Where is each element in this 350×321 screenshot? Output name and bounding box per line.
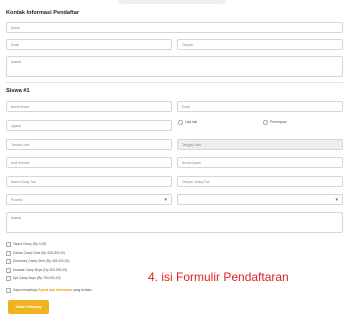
- student-name-field[interactable]: Nama Siswa: [6, 101, 172, 112]
- contact-address-field[interactable]: Alamat: [6, 56, 343, 77]
- student-address-placeholder: Alamat: [11, 216, 21, 220]
- gender-male-radio[interactable]: [178, 120, 183, 125]
- religion-placeholder: Agama: [11, 124, 22, 128]
- terms-link[interactable]: Syarat dan Ketentuan: [38, 288, 72, 292]
- birthdate-field[interactable]: Tanggal Lahir: [177, 139, 343, 150]
- agree-terms-text: Saya menyetujui Syarat dan Ketentuan yan…: [13, 288, 92, 293]
- certificate-number-field[interactable]: Nomor Ijazah: [177, 157, 343, 168]
- student-name-placeholder: Nama Siswa: [11, 105, 29, 109]
- camp-option-checkbox[interactable]: [6, 242, 11, 247]
- origin-school-field[interactable]: Asal Sekolah: [6, 157, 172, 168]
- camp-option-label: Apt Camp Boys (Rp 750.000,00): [13, 275, 61, 280]
- contact-phone-field[interactable]: Telepon: [177, 39, 343, 50]
- contact-name-placeholder: Nama: [11, 26, 20, 30]
- origin-school-placeholder: Asal Sekolah: [11, 161, 30, 165]
- gender-female-label: Perempuan: [270, 119, 288, 124]
- tutorial-caption: 4. isi Formulir Pendaftaran: [148, 270, 289, 284]
- camp-option-checkbox[interactable]: [6, 268, 11, 273]
- agree-terms-checkbox[interactable]: [6, 288, 11, 293]
- top-bar: [118, 0, 226, 4]
- province-placeholder: Provinsi: [11, 198, 23, 202]
- section-divider: [6, 82, 343, 83]
- student-address-field[interactable]: Alamat: [6, 212, 343, 233]
- camp-option-label: Kamar Camp Girls (Rp 325.000,00): [13, 250, 65, 255]
- birthplace-field[interactable]: Tempat Lahir: [6, 139, 172, 150]
- gender-female-radio[interactable]: [263, 120, 268, 125]
- birthdate-placeholder: Tanggal Lahir: [182, 143, 202, 147]
- student-email-placeholder: Email: [182, 105, 190, 109]
- contact-address-placeholder: Alamat: [11, 60, 21, 64]
- student-section-title: Siswa #1: [6, 88, 30, 94]
- chevron-down-icon: ▾: [164, 196, 167, 203]
- contact-email-placeholder: Email: [11, 43, 19, 47]
- agree-prefix: Saya menyetujui: [13, 287, 39, 292]
- submit-button[interactable]: Daftar Sekarang: [8, 300, 49, 314]
- birthplace-placeholder: Tempat Lahir: [11, 143, 30, 147]
- religion-field[interactable]: Agama: [6, 120, 172, 131]
- camp-option-checkbox[interactable]: [6, 276, 11, 281]
- chevron-down-icon: ▾: [335, 196, 338, 203]
- camp-option-label: Tanpa Camp (Rp 0,00): [13, 241, 47, 246]
- agree-suffix: yang berlaku: [72, 287, 92, 292]
- contact-section-title: Kontak Informasi Pendaftar: [6, 10, 80, 16]
- parent-phone-field[interactable]: Telepon Orang Tua: [177, 176, 343, 187]
- certificate-number-placeholder: Nomor Ijazah: [182, 161, 201, 165]
- camp-option-label: Asrama Camp Boys (Rp 325.000,00): [13, 267, 68, 272]
- camp-option-label: Dormitory Camp Girls (Rp 425.000,00): [13, 258, 70, 263]
- parent-name-field[interactable]: Nama Orang Tua: [6, 176, 172, 187]
- parent-name-placeholder: Nama Orang Tua: [11, 180, 36, 184]
- student-email-field[interactable]: Email: [177, 101, 343, 112]
- contact-name-field[interactable]: Nama: [6, 22, 343, 33]
- gender-male-label: Laki-laki: [185, 119, 198, 124]
- camp-option-checkbox[interactable]: [6, 259, 11, 264]
- camp-option-checkbox[interactable]: [6, 251, 11, 256]
- city-select[interactable]: ▾: [177, 194, 343, 205]
- province-select[interactable]: Provinsi ▾: [6, 194, 172, 205]
- parent-phone-placeholder: Telepon Orang Tua: [182, 180, 210, 184]
- contact-email-field[interactable]: Email: [6, 39, 172, 50]
- contact-phone-placeholder: Telepon: [182, 43, 194, 47]
